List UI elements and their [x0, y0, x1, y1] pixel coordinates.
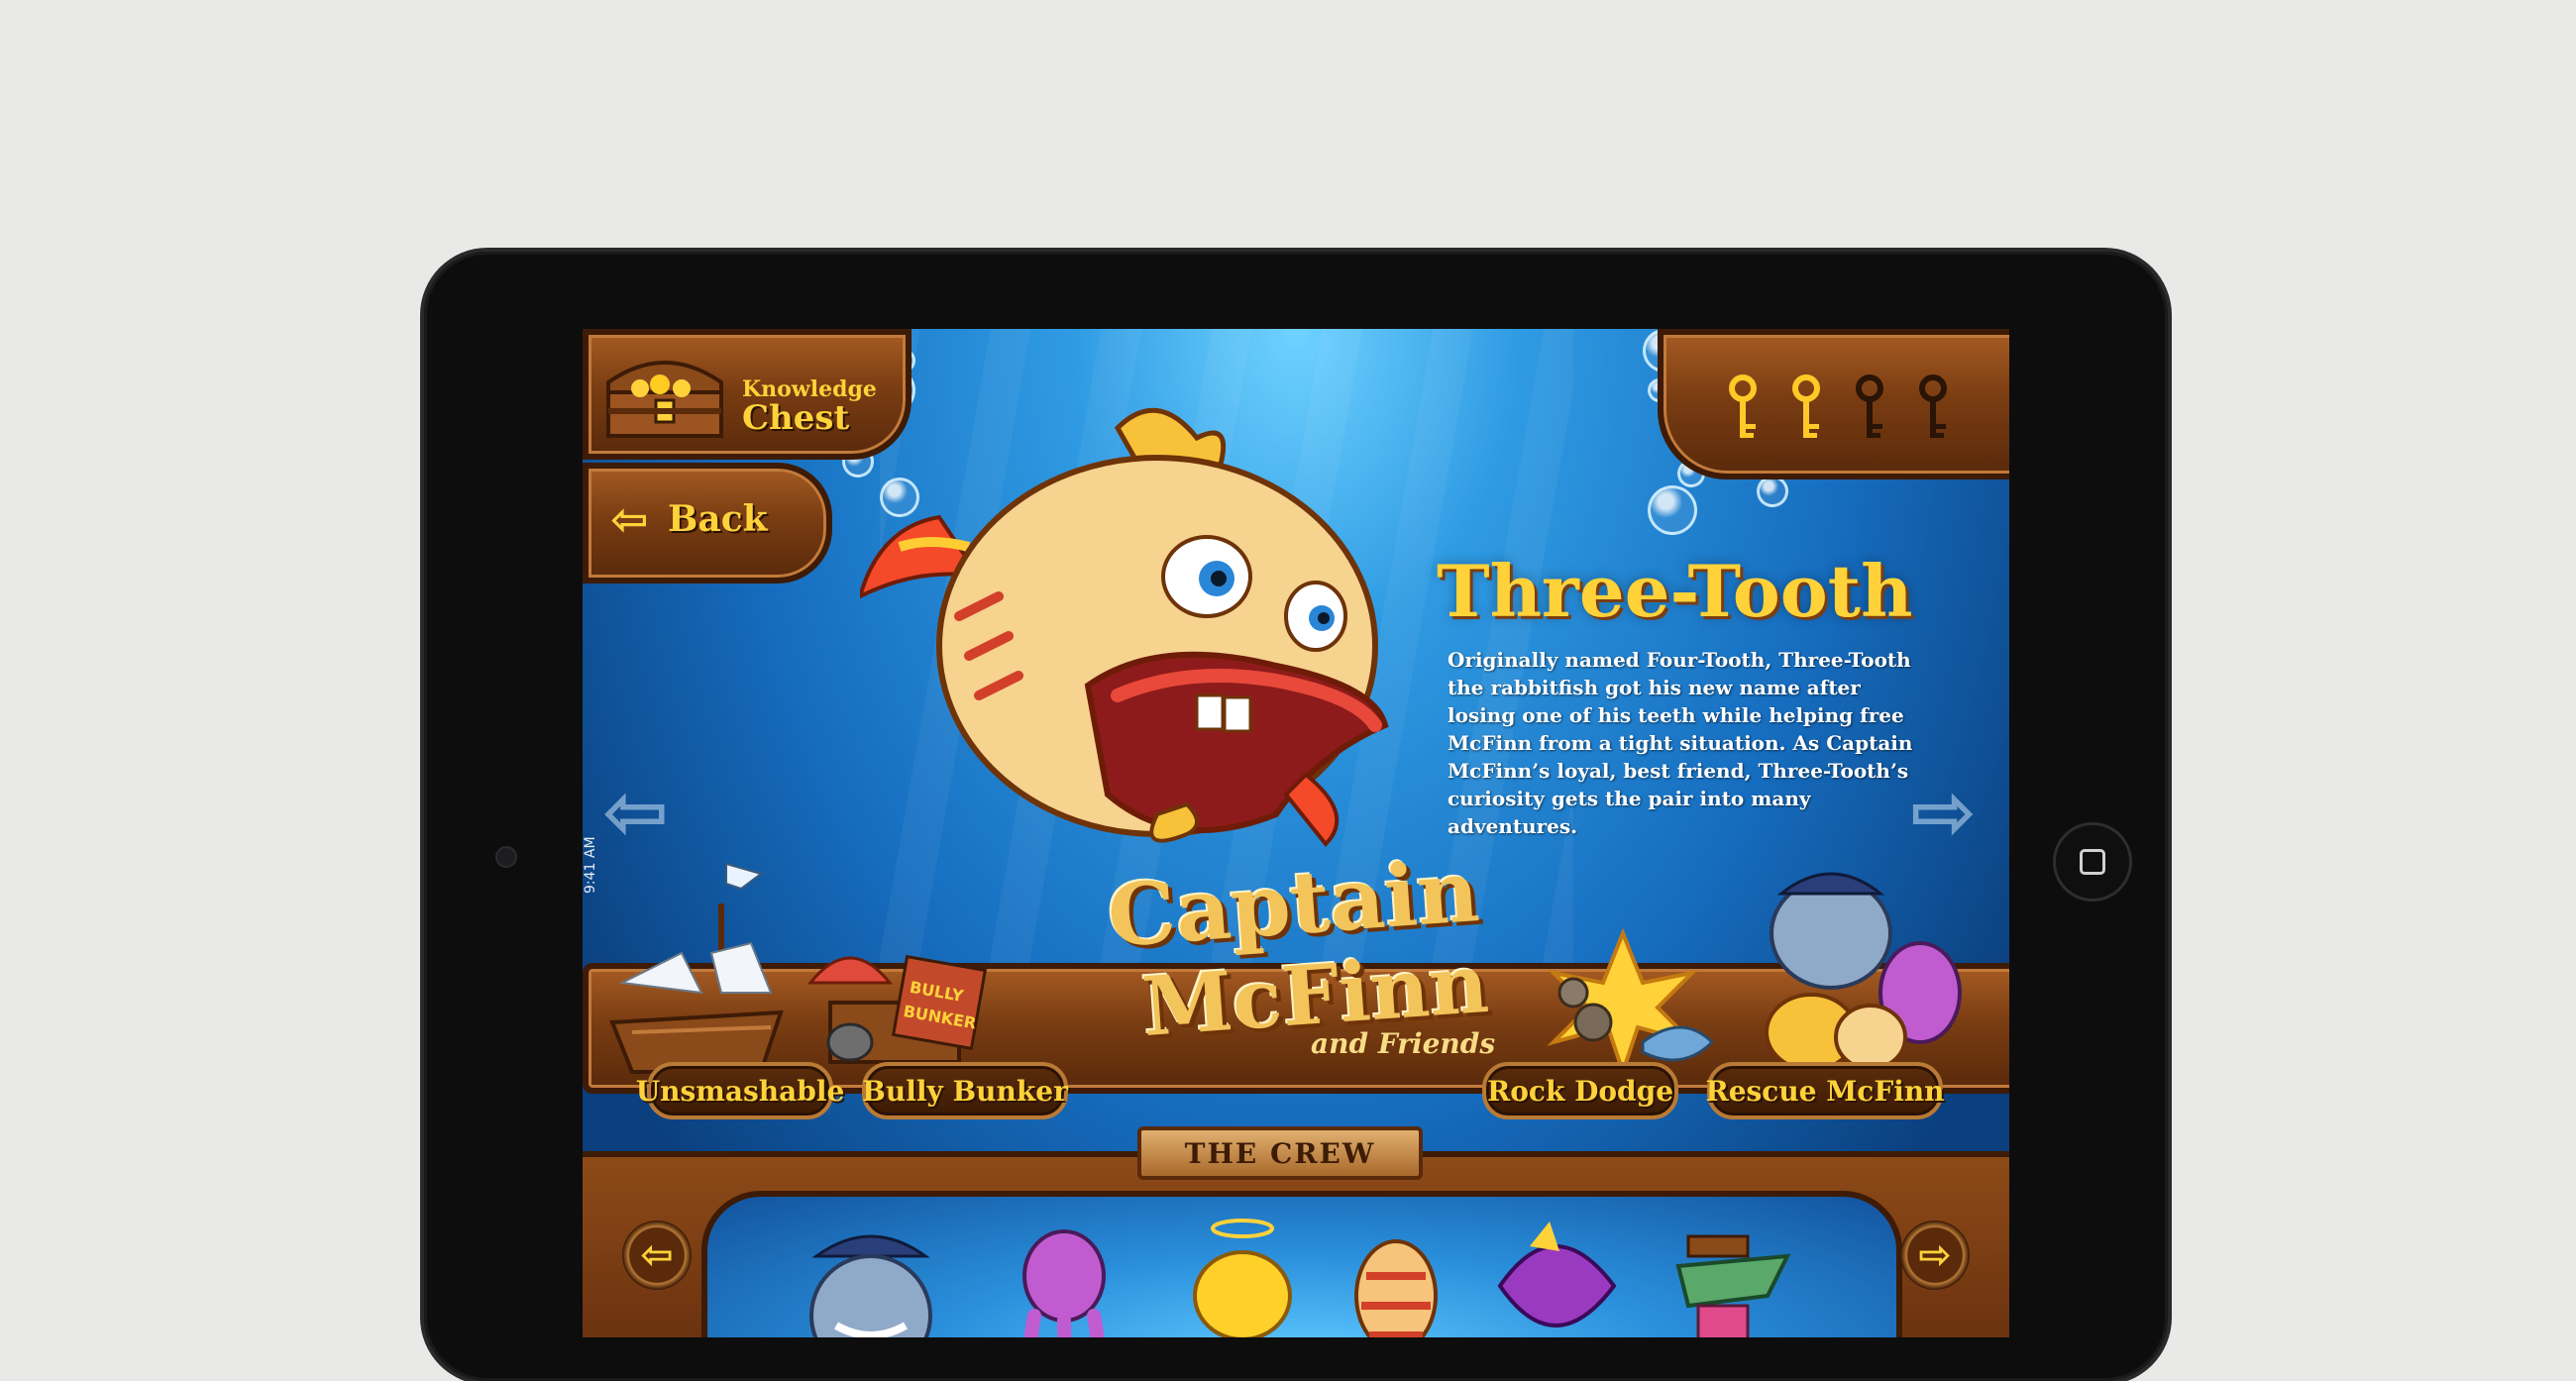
- three-tooth-fish-image: [860, 407, 1389, 847]
- key-icon-missing: [1919, 374, 1947, 438]
- bubble: [1757, 476, 1788, 507]
- key-icon-missing: [1856, 374, 1883, 438]
- crew-next-button[interactable]: ⇨: [1900, 1221, 1970, 1290]
- home-button[interactable]: [2053, 822, 2132, 902]
- key-icon-collected: [1792, 374, 1820, 438]
- game-rescue-mcfinn-button[interactable]: Rescue McFinn: [1705, 1062, 1945, 1119]
- crew-purple-piranha[interactable]: [1490, 1217, 1619, 1337]
- crew-gator[interactable]: [1659, 1217, 1797, 1337]
- bubble: [1648, 485, 1697, 535]
- game-screen: Knowledge Chest ⇦ Back 9:41 AM ⇦ ⇨ Three…: [583, 329, 2009, 1337]
- game-bully-bunker-button[interactable]: Bully Bunker: [862, 1062, 1068, 1119]
- keys-panel: [1658, 329, 2009, 479]
- crew-title: THE CREW: [1137, 1126, 1423, 1180]
- rock-dodge-image: [1547, 927, 1715, 1079]
- bully-bunker-image: BULLY BUNKER: [806, 954, 988, 1064]
- game-rescue-mcfinn-label: Rescue McFinn: [1705, 1074, 1945, 1108]
- crew-carousel: [701, 1191, 1902, 1337]
- crew-shark-captain[interactable]: [797, 1217, 945, 1337]
- crew-octopus[interactable]: [1005, 1217, 1124, 1337]
- character-description: Originally named Four-Tooth, Three-Tooth…: [1448, 648, 1913, 838]
- previous-character-arrow[interactable]: ⇦: [602, 773, 669, 852]
- back-button[interactable]: ⇦ Back: [583, 463, 832, 584]
- game-rock-dodge-button[interactable]: Rock Dodge: [1482, 1062, 1678, 1119]
- treasure-chest-icon: [606, 361, 723, 438]
- knowledge-chest-label-bottom: Chest: [742, 398, 850, 438]
- key-icon-collected: [1729, 374, 1757, 438]
- captain-mcfinn-logo: Captain McFinn and Friends: [1073, 841, 1529, 1082]
- crew-prev-button[interactable]: ⇦: [622, 1221, 692, 1290]
- status-time: 9:41 AM: [583, 836, 598, 894]
- unsmashable-shipwreck-image: [609, 862, 784, 1074]
- home-button-icon: [2080, 849, 2105, 875]
- back-label: Back: [668, 498, 768, 540]
- crew-striped-fish[interactable]: [1342, 1217, 1450, 1337]
- character-name: Three-Tooth: [1437, 549, 1913, 633]
- game-rock-dodge-label: Rock Dodge: [1486, 1074, 1674, 1108]
- back-arrow-icon: ⇦: [610, 492, 649, 546]
- game-unsmashable-label: Unsmashable: [635, 1074, 845, 1108]
- rescue-mcfinn-image: [1765, 872, 1962, 1072]
- crew-yellow-fish[interactable]: [1183, 1217, 1302, 1337]
- front-camera: [495, 846, 517, 868]
- game-unsmashable-button[interactable]: Unsmashable: [636, 1062, 844, 1119]
- game-bully-bunker-label: Bully Bunker: [862, 1074, 1068, 1108]
- logo-line-3: and Friends: [1311, 1027, 1496, 1060]
